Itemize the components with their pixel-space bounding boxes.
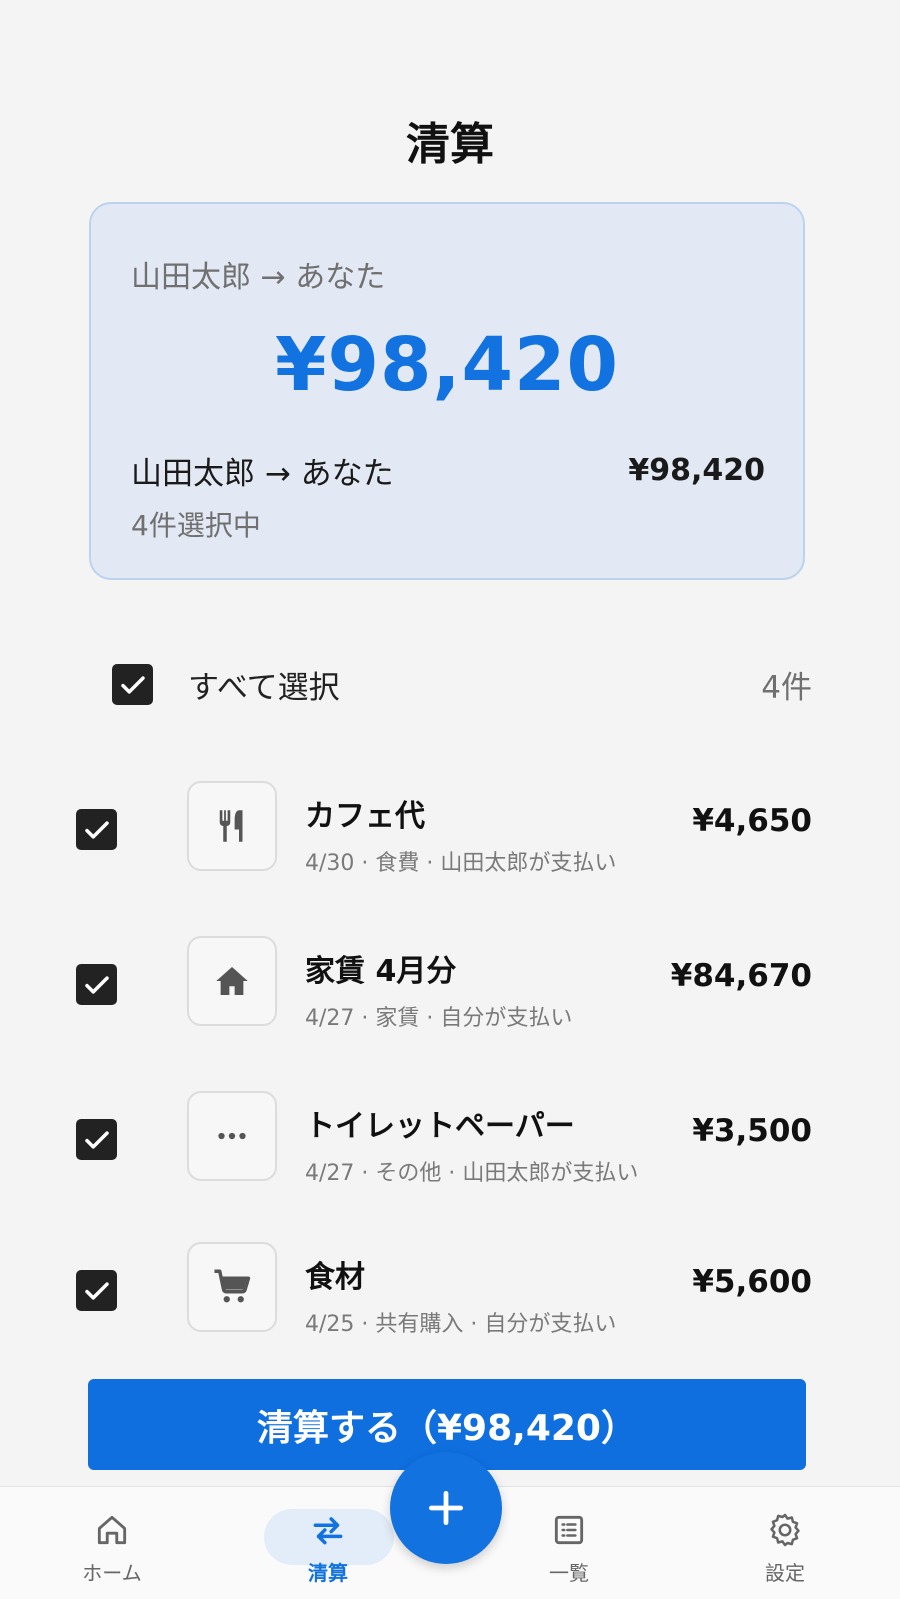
category-icon-box [187, 1242, 277, 1332]
category-icon-box [187, 936, 277, 1026]
expense-item-groceries[interactable]: 食材 4/25 · 共有購入 · 自分が支払い ¥5,600 [0, 1242, 900, 1338]
home-icon [216, 967, 248, 995]
item-meta: 4/27 · その他 · 山田太郎が支払い [305, 1161, 639, 1186]
item-meta: 4/30 · 食費 · 山田太郎が支払い [305, 851, 617, 876]
item-title: 食材 [305, 1260, 365, 1295]
check-icon [120, 675, 145, 694]
category-icon-box [187, 781, 277, 871]
item-amount: ¥4,650 [692, 803, 812, 839]
check-icon [84, 1130, 109, 1149]
nav-list-label: 一覧 [549, 1561, 589, 1585]
item-checkbox[interactable] [76, 964, 117, 1005]
expense-item-toilet-paper[interactable]: トイレットペーパー 4/27 · その他 · 山田太郎が支払い ¥3,500 [0, 1091, 900, 1187]
list-icon [554, 1515, 584, 1545]
item-amount: ¥3,500 [692, 1113, 812, 1149]
fork-knife-icon [219, 810, 243, 842]
item-checkbox[interactable] [76, 1119, 117, 1160]
cart-icon [214, 1269, 251, 1303]
item-title: トイレットペーパー [305, 1109, 575, 1144]
select-all-label[interactable]: すべて選択 [188, 662, 340, 707]
more-dots-icon [218, 1132, 246, 1140]
nav-settle-label: 清算 [308, 1561, 348, 1585]
gear-icon [770, 1513, 800, 1547]
expense-item-cafe[interactable]: カフェ代 4/30 · 食費 · 山田太郎が支払い ¥4,650 [0, 781, 900, 877]
item-checkbox[interactable] [76, 1270, 117, 1311]
check-icon [84, 975, 109, 994]
item-checkbox[interactable] [76, 809, 117, 850]
summary-row-direction: 山田太郎 → あなた [131, 456, 394, 492]
select-all-count: 4件 [761, 670, 812, 706]
summary-total-amount: ¥98,420 [274, 322, 620, 408]
nav-home[interactable]: ホーム [37, 1487, 187, 1599]
add-expense-fab[interactable] [390, 1452, 502, 1564]
nav-settings[interactable]: 設定 [710, 1487, 860, 1599]
nav-home-label: ホーム [82, 1561, 142, 1585]
summary-direction: 山田太郎 → あなた [131, 260, 386, 295]
plus-icon [428, 1490, 464, 1526]
home-icon [97, 1515, 127, 1545]
summary-row-amount: ¥98,420 [628, 453, 765, 488]
item-meta: 4/27 · 家賃 · 自分が支払い [305, 1006, 573, 1031]
swap-arrows-icon [313, 1517, 343, 1545]
item-title: 家賃 4月分 [305, 954, 457, 989]
check-icon [84, 820, 109, 839]
nav-list[interactable]: 一覧 [494, 1487, 644, 1599]
nav-settings-label: 設定 [765, 1561, 805, 1585]
item-amount: ¥84,670 [670, 958, 812, 994]
settlement-summary-card: 山田太郎 → あなた ¥98,420 山田太郎 → あなた ¥98,420 4件… [89, 202, 805, 580]
nav-settle[interactable]: 清算 [253, 1487, 403, 1599]
summary-breakdown-row: 山田太郎 → あなた ¥98,420 [131, 448, 765, 493]
page-title: 清算 [406, 119, 494, 170]
selected-count: 4件選択中 [131, 509, 261, 542]
item-title: カフェ代 [305, 799, 425, 834]
expense-item-rent[interactable]: 家賃 4月分 4/27 · 家賃 · 自分が支払い ¥84,670 [0, 936, 900, 1032]
select-all-checkbox[interactable] [112, 664, 153, 705]
item-amount: ¥5,600 [692, 1264, 812, 1300]
item-meta: 4/25 · 共有購入 · 自分が支払い [305, 1312, 617, 1337]
check-icon [84, 1281, 109, 1300]
category-icon-box [187, 1091, 277, 1181]
